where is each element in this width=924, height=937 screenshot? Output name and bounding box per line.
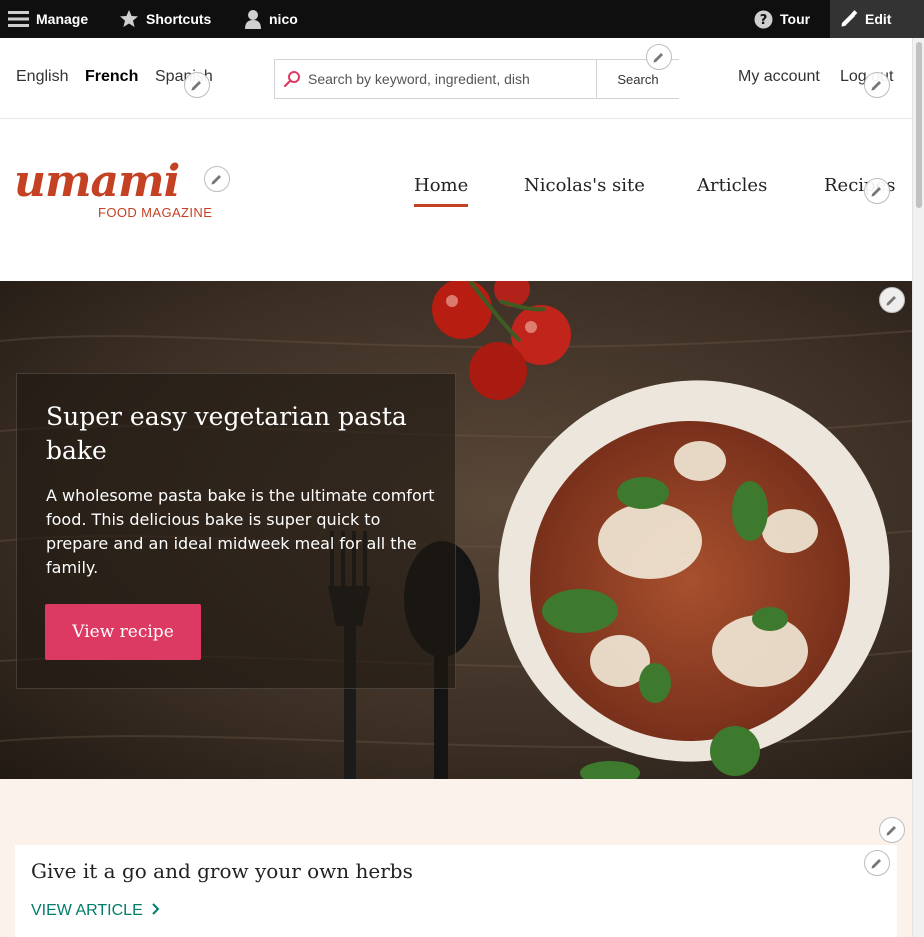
- view-article-label: VIEW ARTICLE: [31, 902, 143, 919]
- search-form: Search: [274, 59, 679, 99]
- pencil-icon: [841, 10, 858, 27]
- search-icon: [283, 71, 300, 88]
- hero-banner: Super easy vegetarian pasta bake A whole…: [0, 281, 912, 779]
- view-recipe-button[interactable]: View recipe: [45, 604, 201, 660]
- admin-toolbar: Manage Shortcuts nico ? Tour Edit: [0, 0, 924, 38]
- branding-edit-pencil-icon[interactable]: [204, 166, 230, 192]
- umami-logo[interactable]: umami: [12, 152, 217, 204]
- language-french-link[interactable]: French: [85, 68, 138, 86]
- hamburger-icon: [8, 11, 29, 27]
- star-icon: [120, 10, 138, 27]
- user-menu-button[interactable]: nico: [244, 0, 298, 38]
- shortcuts-label: Shortcuts: [146, 11, 212, 27]
- help-icon: ?: [754, 10, 773, 28]
- hero-edit-pencil-icon[interactable]: [879, 287, 905, 313]
- nav-articles-link[interactable]: Articles: [697, 175, 767, 196]
- page-scrollbar[interactable]: [912, 38, 924, 937]
- my-account-link[interactable]: My account: [738, 68, 820, 86]
- account-menu-edit-pencil-icon[interactable]: [864, 72, 890, 98]
- hero-description: A wholesome pasta bake is the ultimate c…: [46, 486, 435, 577]
- svg-text:umami: umami: [14, 156, 179, 204]
- manage-label: Manage: [36, 11, 89, 27]
- promo-edit-pencil-icon[interactable]: [864, 850, 890, 876]
- search-block-edit-pencil-icon[interactable]: [646, 44, 672, 70]
- user-icon: [245, 10, 261, 29]
- nav-active-indicator: [414, 204, 468, 207]
- svg-text:?: ?: [760, 13, 768, 28]
- hero-title: Super easy vegetarian pasta bake: [46, 402, 407, 465]
- article-promo-card: Give it a go and grow your own herbs VIE…: [15, 845, 897, 937]
- logo-tagline: FOOD MAGAZINE: [98, 205, 213, 220]
- chevron-right-icon: [152, 903, 160, 915]
- nav-home-link[interactable]: Home: [414, 175, 468, 196]
- tour-label: Tour: [780, 11, 811, 27]
- section-edit-pencil-icon[interactable]: [879, 817, 905, 843]
- manage-menu-button[interactable]: Manage: [8, 0, 88, 38]
- shortcuts-button[interactable]: Shortcuts: [119, 0, 211, 38]
- scrollbar-thumb[interactable]: [916, 42, 922, 208]
- tour-button[interactable]: ? Tour: [754, 0, 810, 38]
- edit-mode-button[interactable]: Edit: [830, 0, 924, 38]
- nav-site-link[interactable]: Nicolas's site: [524, 175, 645, 196]
- hero-card: Super easy vegetarian pasta bake A whole…: [16, 373, 456, 689]
- language-english-link[interactable]: English: [16, 68, 68, 86]
- user-label: nico: [269, 11, 298, 27]
- main-nav-edit-pencil-icon[interactable]: [864, 178, 890, 204]
- header-divider: [0, 118, 912, 119]
- search-input[interactable]: [308, 60, 596, 98]
- edit-label: Edit: [865, 11, 892, 27]
- view-article-link[interactable]: VIEW ARTICLE: [31, 902, 163, 920]
- promo-title: Give it a go and grow your own herbs: [31, 859, 413, 883]
- language-block-edit-pencil-icon[interactable]: [184, 72, 210, 98]
